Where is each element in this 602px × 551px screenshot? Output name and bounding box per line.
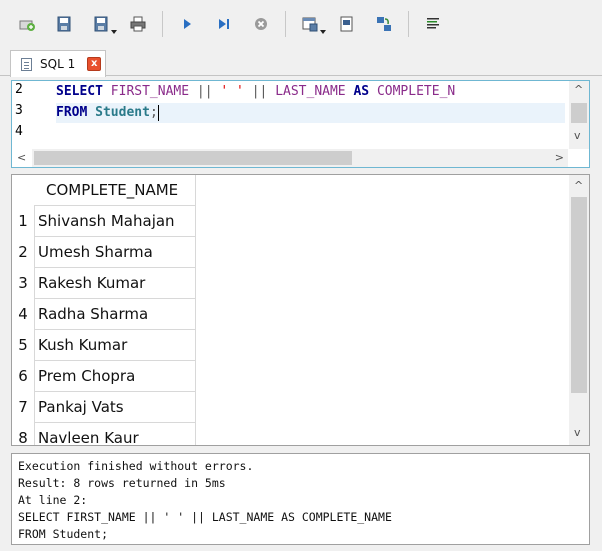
table-cell[interactable]: Shivansh Mahajan xyxy=(34,206,196,237)
open-sql-icon xyxy=(57,16,71,32)
execution-message-panel[interactable]: Execution finished without errors. Resul… xyxy=(11,453,590,545)
find-replace-icon xyxy=(377,17,391,31)
row-number[interactable]: 5 xyxy=(12,330,34,361)
table-row[interactable]: 7 Pankaj Vats xyxy=(12,392,196,423)
semicolon: ; xyxy=(149,105,158,120)
line-number: 2 xyxy=(15,82,23,97)
wrap-lines-icon xyxy=(427,18,439,29)
keyword-from: FROM xyxy=(56,105,88,120)
table-cell[interactable]: Prem Chopra xyxy=(34,361,196,392)
message-line: FROM Student; xyxy=(18,527,109,541)
scroll-down-icon[interactable]: v xyxy=(574,426,581,440)
column-header[interactable]: COMPLETE_NAME xyxy=(34,175,196,206)
table-cell[interactable]: Kush Kumar xyxy=(34,330,196,361)
sql-workspace: SQL 1 x 2 3 4 SELECT FIRST_NAME || ' ' |… xyxy=(0,0,602,551)
message-line: Result: 8 rows returned in 5ms xyxy=(18,476,226,490)
stop-icon xyxy=(255,18,267,30)
line-number-gutter: 2 3 4 xyxy=(12,81,42,151)
save-results-button[interactable] xyxy=(297,11,326,37)
table-cell[interactable]: Radha Sharma xyxy=(34,299,196,330)
code-line-3: FROM Student; xyxy=(56,103,159,123)
table-cell[interactable]: Umesh Sharma xyxy=(34,237,196,268)
scroll-left-icon[interactable]: < xyxy=(17,151,26,165)
save-sql-file-button[interactable] xyxy=(88,11,117,37)
scroll-thumb[interactable] xyxy=(34,151,352,165)
concat-operator: || xyxy=(196,84,213,99)
row-number[interactable]: 2 xyxy=(12,237,34,268)
table-name: Student xyxy=(95,105,150,120)
wrap-lines-button[interactable] xyxy=(420,11,446,37)
scroll-right-icon[interactable]: > xyxy=(555,151,564,165)
table-row[interactable]: 2 Umesh Sharma xyxy=(12,237,196,268)
editor-tab-strip: SQL 1 x xyxy=(0,48,602,77)
toolbar-separator xyxy=(285,11,286,37)
column-first-name: FIRST_NAME xyxy=(110,84,190,99)
text-caret xyxy=(157,104,159,121)
row-number[interactable]: 1 xyxy=(12,206,34,237)
message-line: Execution finished without errors. xyxy=(18,459,254,473)
execute-all-button[interactable] xyxy=(174,11,200,37)
message-line: SELECT FIRST_NAME || ' ' || LAST_NAME AS… xyxy=(18,510,392,524)
open-tab-button[interactable] xyxy=(14,11,40,37)
find-button[interactable] xyxy=(334,11,360,37)
toolbar-separator xyxy=(162,11,163,37)
close-icon[interactable]: x xyxy=(87,57,102,71)
row-number[interactable]: 3 xyxy=(12,268,34,299)
editor-horizontal-scrollbar[interactable]: > xyxy=(32,149,568,167)
table-row[interactable]: 8 Navleen Kaur xyxy=(12,423,196,445)
print-button[interactable] xyxy=(125,11,151,37)
scroll-thumb[interactable] xyxy=(571,197,587,393)
row-number[interactable]: 6 xyxy=(12,361,34,392)
line-number: 4 xyxy=(15,124,23,139)
new-tab-icon xyxy=(19,20,35,31)
row-number[interactable]: 4 xyxy=(12,299,34,330)
code-area[interactable]: SELECT FIRST_NAME || ' ' || LAST_NAME AS… xyxy=(56,81,455,141)
find-replace-button[interactable] xyxy=(371,11,397,37)
line-number: 3 xyxy=(15,103,23,118)
string-literal: ' ' xyxy=(220,84,244,99)
keyword-as: AS xyxy=(353,84,370,99)
table-row[interactable]: 3 Rakesh Kumar xyxy=(12,268,196,299)
results-grid[interactable]: COMPLETE_NAME 1 Shivansh Mahajan 2 Umesh… xyxy=(11,174,590,446)
scroll-up-icon[interactable]: ^ xyxy=(574,179,583,193)
execute-line-icon xyxy=(219,19,229,29)
scroll-thumb[interactable] xyxy=(571,103,587,123)
table-cell[interactable]: Pankaj Vats xyxy=(34,392,196,423)
stop-execution-button[interactable] xyxy=(248,11,274,37)
results-vertical-scrollbar[interactable]: ^ v xyxy=(569,175,589,445)
save-results-icon xyxy=(302,17,318,32)
document-icon xyxy=(21,57,32,71)
table-row[interactable]: 6 Prem Chopra xyxy=(12,361,196,392)
row-number[interactable]: 7 xyxy=(12,392,34,423)
toolbar-separator xyxy=(408,11,409,37)
sql-editor[interactable]: 2 3 4 SELECT FIRST_NAME || ' ' || LAST_N… xyxy=(11,80,590,168)
open-sql-file-button[interactable] xyxy=(51,11,77,37)
table-cell[interactable]: Rakesh Kumar xyxy=(34,268,196,299)
message-line: At line 2: xyxy=(18,493,88,507)
alias-name: COMPLETE_N xyxy=(376,84,456,99)
tab-label: SQL 1 xyxy=(40,57,76,71)
concat-operator: || xyxy=(251,84,268,99)
find-icon xyxy=(340,16,353,32)
execute-line-button[interactable] xyxy=(211,11,237,37)
editor-vertical-scrollbar[interactable]: ^ v xyxy=(569,81,589,149)
table-cell[interactable]: Navleen Kaur xyxy=(34,423,196,445)
scroll-up-icon[interactable]: ^ xyxy=(574,83,583,97)
keyword-select: SELECT xyxy=(56,84,103,99)
tab-sql-1[interactable]: SQL 1 x xyxy=(10,50,106,77)
table-row[interactable]: 1 Shivansh Mahajan xyxy=(12,206,196,237)
execute-sql-toolbar xyxy=(0,0,602,48)
column-last-name: LAST_NAME xyxy=(275,84,346,99)
execute-all-icon xyxy=(184,19,191,29)
row-number[interactable]: 8 xyxy=(12,423,34,445)
table-row[interactable]: 4 Radha Sharma xyxy=(12,299,196,330)
print-icon xyxy=(130,16,146,32)
save-sql-icon xyxy=(94,16,108,32)
scroll-down-icon[interactable]: v xyxy=(574,129,581,143)
table-row[interactable]: 5 Kush Kumar xyxy=(12,330,196,361)
code-line-2: SELECT FIRST_NAME || ' ' || LAST_NAME AS… xyxy=(56,82,455,102)
